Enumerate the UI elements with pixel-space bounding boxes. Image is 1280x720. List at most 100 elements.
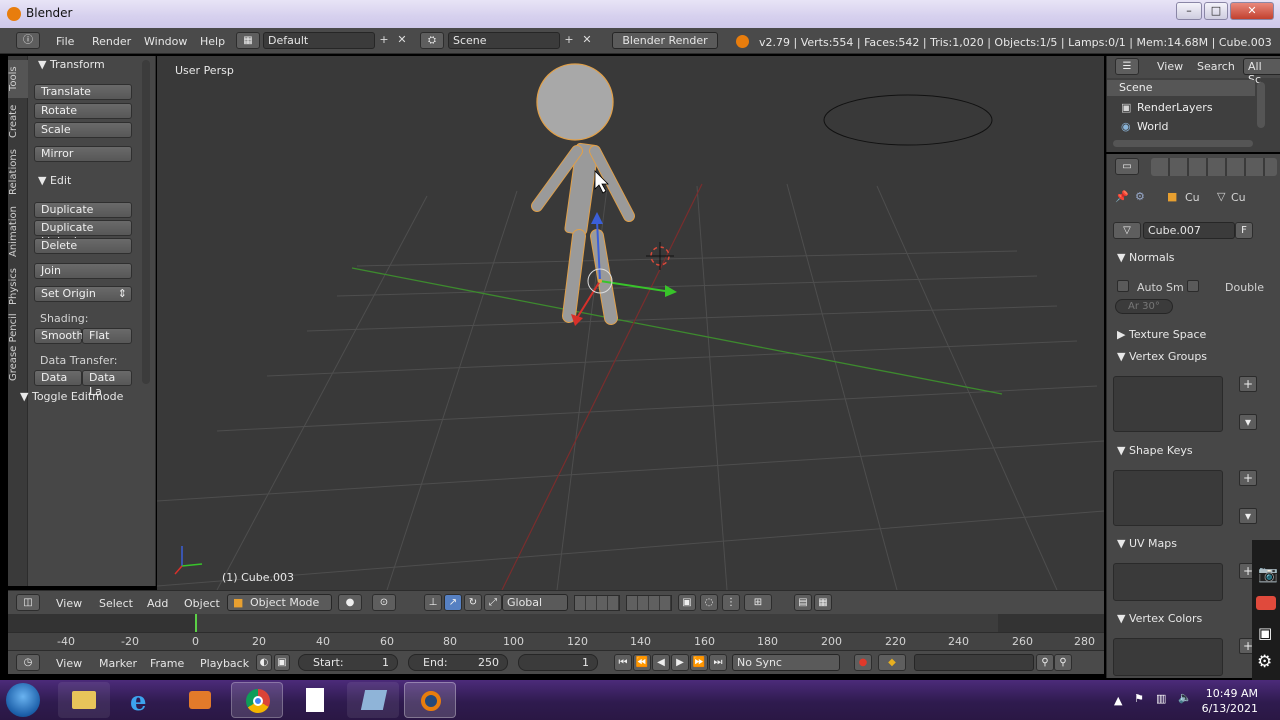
delete-button[interactable]: Delete [34,238,132,254]
outliner-hscrollbar[interactable] [1113,140,1253,147]
action-center-icon[interactable]: ⚑ [1134,692,1144,705]
menu-window[interactable]: Window [144,35,187,48]
gallery-icon[interactable]: ▣ [1258,624,1272,642]
toolshelf-scrollbar[interactable] [142,60,150,384]
lock-time-cursor-icon[interactable]: ▣ [274,654,290,671]
fake-user-button[interactable]: F [1235,222,1253,239]
context-crumb-object[interactable]: Cu [1185,191,1200,204]
jump-keyframe-back-icon[interactable]: ⏪ [633,654,651,671]
blank-document-icon[interactable] [289,682,341,718]
add-vertex-group-icon[interactable]: + [1239,376,1257,392]
auto-smooth-angle-field[interactable]: Ar 30° [1115,299,1173,314]
outliner-row-scene[interactable]: Scene [1107,80,1255,96]
scene-icon[interactable]: ⛭ [420,32,444,49]
render-opengl-icon[interactable]: ▤ [794,594,812,611]
uv-maps-panel-header[interactable]: ▼ UV Maps [1117,537,1177,550]
editor-type-icon[interactable]: ⓘ [16,32,40,49]
blender-icon[interactable] [404,682,456,718]
menu-select[interactable]: Select [99,597,133,610]
transform-orientation-select[interactable]: Global [502,594,568,611]
jump-start-icon[interactable]: ⏮ [614,654,632,671]
add-shape-key-icon[interactable]: + [1239,470,1257,486]
jump-keyframe-forward-icon[interactable]: ⏩ [690,654,708,671]
start-orb-icon[interactable] [6,683,40,717]
menu-frame[interactable]: Frame [150,657,184,670]
tab-physics[interactable]: Physics [8,264,28,310]
play-reverse-icon[interactable]: ◀ [652,654,670,671]
preview-range-icon[interactable]: ◐ [256,654,272,671]
add-scene-icon[interactable]: + [562,33,576,48]
texture-space-panel-header[interactable]: ▶ Texture Space [1117,328,1206,341]
pin-icon[interactable]: 📌 [1115,190,1129,203]
outliner-menu-view[interactable]: View [1157,60,1183,73]
mesh-browse-icon[interactable]: ▽ [1113,222,1141,239]
vertex-groups-list[interactable] [1113,376,1223,432]
scale-button[interactable]: Scale [34,122,132,138]
duplicate-linked-button[interactable]: Duplicate Linked [34,220,132,248]
rotate-manipulator-icon[interactable]: ↻ [464,594,482,611]
translate-button[interactable]: Translate [34,84,132,100]
settings-gear-icon[interactable]: ⚙ [1257,652,1272,672]
duplicate-button[interactable]: Duplicate [34,202,132,218]
pivot-point-icon[interactable]: ⊙ [372,594,396,611]
snap-element-icon[interactable]: ⊞ [744,594,772,611]
proportional-edit-icon[interactable]: ◌ [700,594,718,611]
delete-keyframe-icon[interactable]: ⚲ [1054,654,1072,671]
tab-tools[interactable]: Tools [8,60,28,98]
layer-buttons-1[interactable] [574,595,620,611]
tab-animation[interactable]: Animation [8,202,28,262]
editor-type-timeline-icon[interactable]: ◷ [16,654,40,671]
mode-select[interactable]: ■ Object Mode [227,594,332,611]
mirror-button[interactable]: Mirror [34,146,132,162]
layout-field[interactable]: Default [263,32,375,49]
shape-keys-panel-header[interactable]: ▼ Shape Keys [1117,444,1193,457]
menu-view[interactable]: View [56,657,82,670]
insert-keyframe-icon[interactable]: ⚲ [1036,654,1054,671]
uv-maps-list[interactable] [1113,563,1223,601]
context-crumb-mesh[interactable]: Cu [1231,191,1246,204]
menu-add[interactable]: Add [147,597,168,610]
scale-manipulator-icon[interactable]: ⤢ [484,594,502,611]
menu-playback[interactable]: Playback [200,657,249,670]
rotate-button[interactable]: Rotate [34,103,132,119]
double-sided-checkbox[interactable] [1187,280,1199,292]
file-explorer-icon[interactable] [58,682,110,718]
render-engine-select[interactable]: Blender Render [612,32,718,49]
layout-icon[interactable]: ▦ [236,32,260,49]
media-player-icon[interactable] [174,682,226,718]
stick-figure[interactable] [531,63,635,325]
tab-relations[interactable]: Relations [8,144,28,200]
remove-layout-icon[interactable]: ✕ [395,33,409,48]
auto-smooth-checkbox[interactable] [1117,280,1129,292]
properties-context-tabs[interactable] [1151,158,1277,176]
camera-icon[interactable]: 📷 [1258,564,1278,583]
3d-cursor-icon[interactable] [646,242,674,270]
menu-render[interactable]: Render [92,35,131,48]
outliner-menu-search[interactable]: Search [1197,60,1235,73]
lock-layers-icon[interactable]: ▣ [678,594,696,611]
close-icon[interactable]: ✕ [1230,2,1274,20]
record-video-icon[interactable] [1256,596,1276,610]
internet-explorer-icon[interactable]: e [116,682,168,718]
play-icon[interactable]: ▶ [671,654,689,671]
active-keying-set-field[interactable] [914,654,1034,671]
menu-view[interactable]: View [56,597,82,610]
network-icon[interactable]: ▥ [1156,692,1166,705]
sync-mode-select[interactable]: No Sync [732,654,840,671]
viewport-shading-icon[interactable]: ● [338,594,362,611]
tab-grease-pencil[interactable]: Grease Pencil [8,312,28,382]
set-origin-select[interactable]: Set Origin ⇕ [34,286,132,302]
vertex-colors-list[interactable] [1113,638,1223,676]
record-keyframes-icon[interactable]: ● [854,654,872,671]
menu-object[interactable]: Object [184,597,220,610]
editor-type-3dview-icon[interactable]: ◫ [16,594,40,611]
show-hidden-icons-icon[interactable]: ▲ [1114,694,1122,707]
render-animation-icon[interactable]: ▦ [814,594,832,611]
translate-manipulator-icon[interactable]: ↗ [444,594,462,611]
data-transfer-button[interactable]: Data [34,370,82,386]
edit-panel-header[interactable]: ▼ Edit [38,174,71,187]
notepad-icon[interactable] [347,682,399,718]
normals-panel-header[interactable]: ▼ Normals [1117,251,1175,264]
outliner-world[interactable]: World [1137,120,1169,133]
timeline-area[interactable]: -40 -20 0 20 40 60 80 100 120 140 160 18… [8,614,1104,650]
